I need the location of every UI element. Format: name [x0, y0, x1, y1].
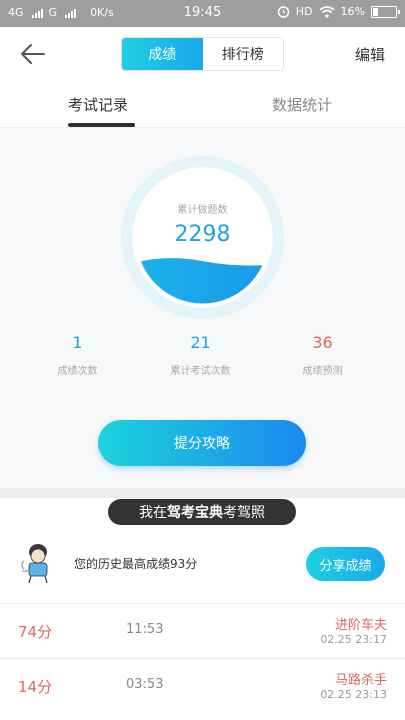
- system-indicators: HD 16%: [277, 5, 400, 18]
- exam-record-list: 74分 11:53 进阶车夫 02.25 23:17 14分 03:53 马路杀…: [0, 603, 405, 713]
- improve-score-button[interactable]: 提分攻略: [98, 420, 306, 466]
- stat-score-prediction: 36 成绩预测: [255, 333, 390, 377]
- banner-brand: 驾考宝典: [167, 505, 223, 521]
- tab-exam-records[interactable]: 考试记录: [68, 94, 128, 115]
- stat-value: 21: [190, 333, 211, 352]
- stat-label: 累计考试次数: [170, 366, 231, 377]
- status-bar: 4G G 0K/s 19:45 HD 16%: [0, 0, 405, 27]
- battery-percent: 16%: [340, 5, 365, 18]
- tab-ranking[interactable]: 排行榜: [202, 38, 283, 70]
- header: 成绩 排行榜 编辑: [0, 27, 405, 82]
- tab-scores[interactable]: 成绩: [122, 38, 203, 70]
- alarm-icon: [277, 6, 290, 18]
- stat-pass-count: 1 成绩次数: [10, 333, 145, 377]
- record-duration: 11:53: [126, 622, 164, 637]
- banner-prefix: 我在: [139, 505, 167, 521]
- wifi-icon: [319, 5, 335, 18]
- tab-statistics[interactable]: 数据统计: [272, 94, 332, 115]
- section-divider: [0, 488, 405, 498]
- edit-button[interactable]: 编辑: [355, 44, 385, 65]
- record-row[interactable]: 74分 11:53 进阶车夫 02.25 23:17: [0, 603, 405, 658]
- stat-value: 36: [312, 333, 333, 352]
- hd-label: HD: [295, 5, 313, 18]
- record-duration: 03:53: [126, 677, 164, 692]
- share-score-button[interactable]: 分享成绩: [306, 547, 385, 581]
- record-score: 14分: [18, 678, 53, 696]
- record-level: 进阶车夫: [334, 618, 387, 633]
- segmented-control: 成绩 排行榜: [121, 37, 284, 71]
- record-level: 马路杀手: [334, 673, 387, 688]
- stat-label: 成绩预测: [302, 366, 343, 377]
- banner-suffix: 考驾照: [223, 505, 265, 521]
- brand-banner: 我在 驾考宝典 考驾照: [108, 499, 296, 525]
- record-date: 02.25 23:17: [320, 633, 387, 646]
- gauge-label: 累计做题数: [177, 205, 228, 216]
- battery-icon: [371, 5, 400, 18]
- stat-label: 成绩次数: [57, 366, 98, 377]
- cartoon-avatar-icon: [21, 544, 48, 584]
- stat-exam-count: 21 累计考试次数: [133, 333, 268, 377]
- back-arrow-icon[interactable]: [18, 40, 48, 68]
- sub-tabs: 考试记录 数据统计: [0, 82, 405, 128]
- active-tab-indicator: [68, 123, 135, 127]
- record-row[interactable]: 14分 03:53 马路杀手 02.25 23:13: [0, 658, 405, 713]
- stat-value: 1: [72, 333, 83, 352]
- best-score-text: 您的历史最高成绩93分: [74, 557, 198, 571]
- record-date: 02.25 23:13: [320, 688, 387, 701]
- record-score: 74分: [18, 623, 53, 641]
- summary-panel: 累计做题数 2298 1 成绩次数 21 累计考试次数 36 成绩预测 提分攻略: [0, 128, 405, 488]
- best-score-row: 您的历史最高成绩93分 分享成绩: [0, 535, 405, 602]
- gauge-value: 2298: [174, 222, 231, 247]
